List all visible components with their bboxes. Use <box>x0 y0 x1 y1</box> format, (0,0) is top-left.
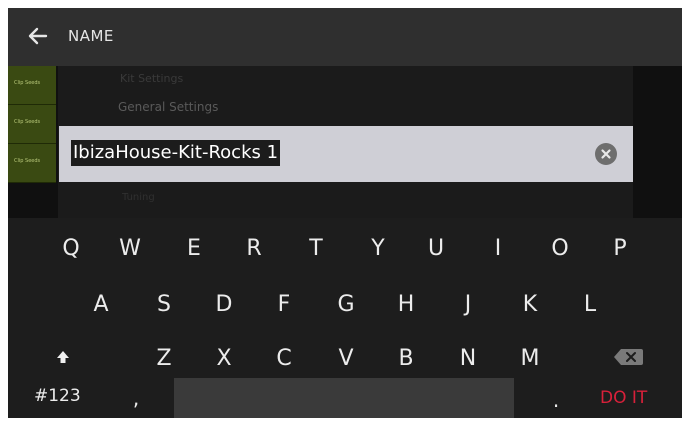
period-key[interactable]: . <box>546 388 566 412</box>
header-bar: NAME <box>8 8 682 66</box>
key-k[interactable]: K <box>510 290 550 320</box>
key-a[interactable]: A <box>81 290 121 320</box>
key-m[interactable]: M <box>510 344 550 374</box>
shift-key[interactable] <box>48 342 78 372</box>
key-r[interactable]: R <box>234 234 274 264</box>
symbols-key[interactable]: #123 <box>34 386 81 406</box>
key-j[interactable]: J <box>448 290 488 320</box>
key-e[interactable]: E <box>174 234 214 264</box>
backspace-key[interactable] <box>612 344 646 370</box>
key-v[interactable]: V <box>326 344 366 374</box>
key-w[interactable]: W <box>110 234 150 264</box>
key-b[interactable]: B <box>386 344 426 374</box>
close-icon <box>601 149 611 159</box>
key-s[interactable]: S <box>144 290 184 320</box>
track-pad: Clip Seeds <box>8 105 56 144</box>
do-it-button[interactable]: DO IT <box>600 388 647 408</box>
track-label: Clip Seeds <box>14 119 41 125</box>
key-f[interactable]: F <box>264 290 304 320</box>
key-l[interactable]: L <box>570 290 610 320</box>
key-x[interactable]: X <box>204 344 244 374</box>
key-i[interactable]: I <box>478 234 518 264</box>
key-q[interactable]: Q <box>51 234 91 264</box>
onscreen-keyboard: Q W E R T Y U I O P A S D F G H J K L Z … <box>8 218 682 418</box>
app-screen: NAME Clip Seeds Clip Seeds Clip Seeds Ki… <box>8 8 682 418</box>
shift-arrow-icon <box>57 351 69 363</box>
track-label: Clip Seeds <box>14 158 41 164</box>
comma-key[interactable]: , <box>126 386 146 410</box>
general-settings-heading: General Settings <box>118 100 219 114</box>
key-y[interactable]: Y <box>358 234 398 264</box>
clear-text-button[interactable] <box>595 143 617 165</box>
key-z[interactable]: Z <box>144 344 184 374</box>
backspace-icon <box>614 349 643 365</box>
track-pad: Clip Seeds <box>8 66 56 105</box>
key-h[interactable]: H <box>386 290 426 320</box>
space-bar[interactable] <box>174 378 514 418</box>
key-t[interactable]: T <box>296 234 336 264</box>
track-pad: Clip Seeds <box>8 144 56 183</box>
track-label: Clip Seeds <box>14 80 41 86</box>
key-o[interactable]: O <box>540 234 580 264</box>
faint-heading: Kit Settings <box>120 72 184 85</box>
key-u[interactable]: U <box>416 234 456 264</box>
page-title: NAME <box>68 27 114 45</box>
key-d[interactable]: D <box>204 290 244 320</box>
key-p[interactable]: P <box>600 234 640 264</box>
key-n[interactable]: N <box>448 344 488 374</box>
faint-label: Tuning <box>122 192 155 203</box>
name-input-value[interactable]: IbizaHouse-Kit-Rocks 1 <box>71 140 281 166</box>
key-g[interactable]: G <box>326 290 366 320</box>
key-c[interactable]: C <box>264 344 304 374</box>
back-arrow-icon[interactable] <box>26 24 50 48</box>
name-input-field[interactable]: IbizaHouse-Kit-Rocks 1 <box>59 126 633 182</box>
